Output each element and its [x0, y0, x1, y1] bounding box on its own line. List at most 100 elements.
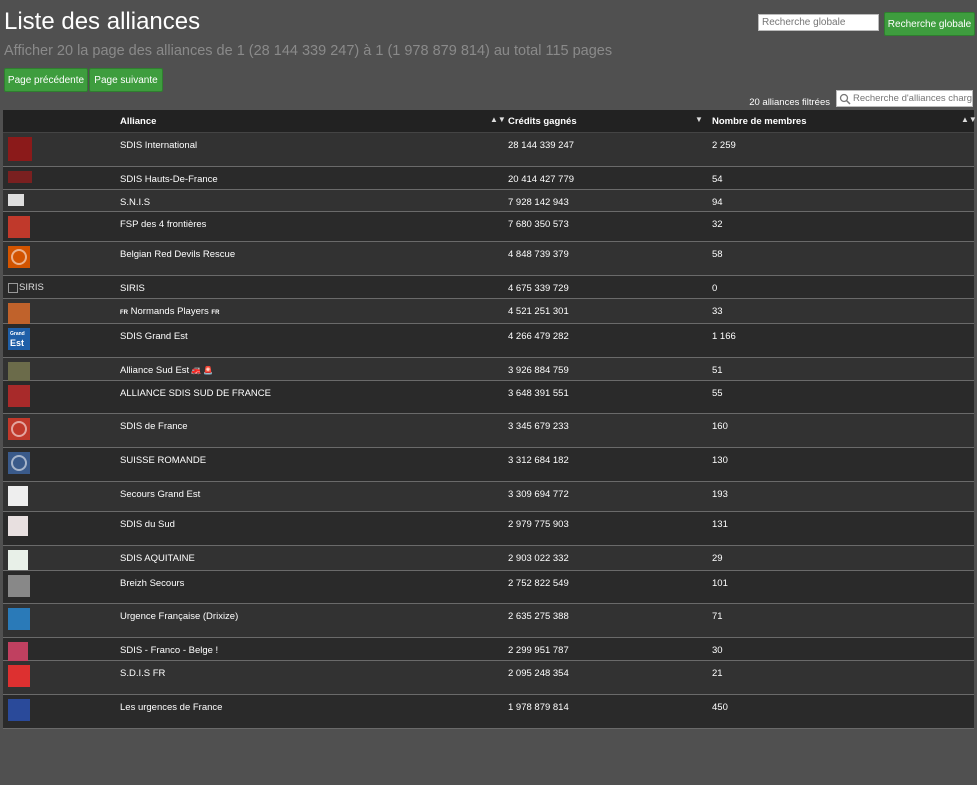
- alliance-name[interactable]: SIRIS: [120, 283, 145, 294]
- alliance-name[interactable]: SDIS Hauts-De-France: [120, 174, 218, 185]
- alliance-logo[interactable]: [8, 216, 30, 238]
- alliance-name-text: FSP des 4 frontières: [120, 219, 207, 230]
- alliance-name[interactable]: FSP des 4 frontières: [120, 219, 206, 230]
- alliance-name[interactable]: FR Normands Players FR: [120, 306, 219, 317]
- members-value: 55: [712, 388, 723, 399]
- alliance-name[interactable]: Les urgences de France: [120, 702, 222, 713]
- alliance-logo[interactable]: [8, 452, 30, 474]
- alliance-name-text: SDIS du Sud: [120, 519, 175, 530]
- members-value: 2 259: [712, 140, 736, 151]
- alliance-search-input[interactable]: [851, 93, 972, 104]
- alliance-logo[interactable]: [8, 642, 28, 662]
- alliance-search-field[interactable]: [836, 90, 973, 107]
- table-row[interactable]: SDIS AQUITAINE 2 903 022 332 29: [3, 546, 974, 571]
- table-row[interactable]: Belgian Red Devils Rescue 4 848 739 379 58: [3, 242, 974, 276]
- alliance-name[interactable]: Breizh Secours: [120, 578, 184, 589]
- alliance-logo[interactable]: [8, 171, 32, 183]
- members-value: 58: [712, 249, 723, 260]
- alliance-name[interactable]: S.D.I.S FR: [120, 668, 165, 679]
- alliance-logo[interactable]: [8, 385, 30, 407]
- alliance-name[interactable]: SDIS Grand Est: [120, 331, 188, 342]
- alliance-name-text: SIRIS: [120, 283, 145, 294]
- members-value: 130: [712, 455, 728, 466]
- table-row[interactable]: SDIS Hauts-De-France 20 414 427 779 54: [3, 167, 974, 190]
- alliance-logo[interactable]: [8, 699, 30, 721]
- members-value: 101: [712, 578, 728, 589]
- table-row[interactable]: SDIS International 28 144 339 247 2 259: [3, 133, 974, 167]
- table-row[interactable]: SDIS - Franco - Belge ! 2 299 951 787 30: [3, 638, 974, 662]
- table-row[interactable]: SDIS de France 3 345 679 233 160: [3, 414, 974, 448]
- global-search-button[interactable]: Recherche globale: [884, 12, 975, 36]
- table-row[interactable]: S.N.I.S 7 928 142 943 94: [3, 190, 974, 212]
- credits-value: 2 299 951 787: [508, 645, 569, 656]
- filtered-count: 20 alliances filtrées: [749, 97, 830, 108]
- global-search-input[interactable]: [758, 14, 879, 31]
- alliance-name[interactable]: Belgian Red Devils Rescue: [120, 249, 235, 260]
- credits-value: 20 414 427 779: [508, 174, 575, 185]
- table-row[interactable]: Urgence Française (Drixize) 2 635 275 388…: [3, 604, 974, 638]
- logo-emblem: [11, 455, 27, 471]
- table-row[interactable]: SUISSE ROMANDE 3 312 684 182 130: [3, 448, 974, 482]
- table-row[interactable]: ALLIANCE SDIS SUD DE FRANCE 3 648 391 551…: [3, 381, 974, 414]
- members-value: 21: [712, 668, 723, 679]
- siren-icon: 🚨: [203, 366, 214, 375]
- sort-both-icon[interactable]: ▲▼: [490, 115, 506, 124]
- table-body: SDIS International 28 144 339 247 2 259 SDI…: [3, 133, 974, 729]
- table-row[interactable]: Secours Grand Est 3 309 694 772 193: [3, 482, 974, 512]
- alliance-name-text: SDIS AQUITAINE: [120, 553, 195, 564]
- members-value: 94: [712, 197, 723, 208]
- alliance-name[interactable]: S.N.I.S: [120, 197, 150, 208]
- sort-both-icon[interactable]: ▲▼: [961, 115, 977, 124]
- header-alliance[interactable]: Alliance: [120, 116, 156, 127]
- alliance-name[interactable]: SDIS - Franco - Belge !: [120, 645, 218, 656]
- fire-truck-icon: 🚒: [191, 366, 202, 375]
- alliance-name[interactable]: SDIS de France: [120, 421, 188, 432]
- alliance-name-text: SDIS de France: [120, 421, 188, 432]
- credits-value: 3 312 684 182: [508, 455, 569, 466]
- table-row[interactable]: SIRIS SIRIS 4 675 339 729 0: [3, 276, 974, 299]
- alliance-name[interactable]: SDIS International: [120, 140, 197, 151]
- header-credits[interactable]: Crédits gagnés: [508, 116, 577, 127]
- alliance-name[interactable]: Secours Grand Est: [120, 489, 200, 500]
- alliance-logo[interactable]: [8, 418, 30, 440]
- alliance-logo[interactable]: [8, 246, 30, 268]
- members-value: 29: [712, 553, 723, 564]
- table-row[interactable]: Grand Est SDIS Grand Est 4 266 479 282 1 166: [3, 324, 974, 358]
- table-row[interactable]: Les urgences de France 1 978 879 814 450: [3, 695, 974, 729]
- table-row[interactable]: Breizh Secours 2 752 822 549 101: [3, 571, 974, 604]
- alliance-logo[interactable]: [8, 516, 28, 536]
- alliance-logo[interactable]: [8, 194, 24, 206]
- alliance-name[interactable]: SUISSE ROMANDE: [120, 455, 206, 466]
- members-value: 54: [712, 174, 723, 185]
- table-row[interactable]: S.D.I.S FR 2 095 248 354 21: [3, 661, 974, 695]
- alliance-logo[interactable]: [8, 575, 30, 597]
- alliance-name[interactable]: ALLIANCE SDIS SUD DE FRANCE: [120, 388, 271, 399]
- alliance-logo[interactable]: [8, 665, 30, 687]
- alliance-name[interactable]: Urgence Française (Drixize): [120, 611, 238, 622]
- alliance-logo[interactable]: [8, 137, 32, 161]
- sort-desc-icon[interactable]: ▼: [695, 115, 703, 124]
- alliance-name[interactable]: Alliance Sud Est 🚒 🚨: [120, 365, 213, 376]
- flag-prefix: FR: [120, 310, 128, 316]
- credits-value: 2 903 022 332: [508, 553, 569, 564]
- credits-value: 2 752 822 549: [508, 578, 569, 589]
- table-row[interactable]: SDIS du Sud 2 979 775 903 131: [3, 512, 974, 546]
- members-value: 0: [712, 283, 718, 294]
- alliance-name-text: SDIS Grand Est: [120, 331, 188, 342]
- table-row[interactable]: Alliance Sud Est 🚒 🚨 3 926 884 759 51: [3, 358, 974, 384]
- table-row[interactable]: FSP des 4 frontières 7 680 350 573 32: [3, 212, 974, 242]
- credits-value: 2 635 275 388: [508, 611, 569, 622]
- alliance-name[interactable]: SDIS AQUITAINE: [120, 553, 195, 564]
- next-page-button[interactable]: Page suivante: [89, 68, 163, 92]
- header-members[interactable]: Nombre de membres: [712, 116, 807, 127]
- previous-page-button[interactable]: Page précédente: [4, 68, 88, 92]
- alliance-logo[interactable]: [8, 303, 30, 325]
- alliance-logo[interactable]: Grand Est: [8, 328, 30, 350]
- alliance-name[interactable]: SDIS du Sud: [120, 519, 175, 530]
- alliance-logo[interactable]: [8, 608, 30, 630]
- credits-value: 3 648 391 551: [508, 388, 569, 399]
- alliance-name-text: SDIS - Franco - Belge !: [120, 645, 219, 656]
- alliance-logo[interactable]: [8, 550, 28, 570]
- table-row[interactable]: FR Normands Players FR 4 521 251 301 33: [3, 299, 974, 325]
- alliance-logo[interactable]: [8, 486, 28, 506]
